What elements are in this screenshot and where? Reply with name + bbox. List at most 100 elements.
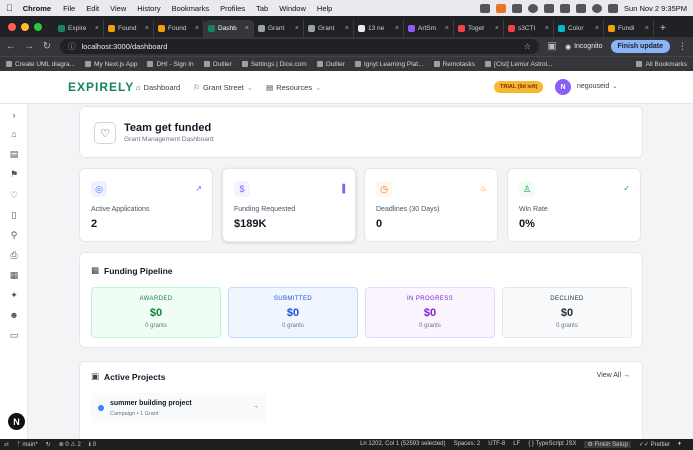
pipeline-stage-in-progress[interactable]: IN PROGRESS $0 0 grants	[365, 287, 495, 338]
menu-edit[interactable]: Edit	[86, 4, 99, 13]
nav-dashboard[interactable]: ⌂ Dashboard	[136, 83, 180, 92]
browser-tab[interactable]: s3CTI ×	[504, 20, 554, 37]
pipeline-stage-awarded[interactable]: AWARDED $0 0 grants	[91, 287, 221, 338]
close-tab-icon[interactable]: ×	[395, 25, 399, 32]
pipeline-stage-submitted[interactable]: SUBMITTED $0 0 grants	[228, 287, 358, 338]
chevron-right-icon[interactable]: ›	[9, 110, 19, 120]
bank-icon[interactable]: ⚑	[9, 169, 19, 179]
close-tab-icon[interactable]: ×	[295, 25, 299, 32]
more-menu-icon[interactable]: ⋮	[678, 41, 687, 52]
heart-icon[interactable]: ♡	[9, 190, 19, 200]
cast-icon[interactable]: ▣	[547, 41, 557, 52]
close-tab-icon[interactable]: ×	[145, 25, 149, 32]
browser-tab[interactable]: 13 ne ×	[354, 20, 404, 37]
nav-resources[interactable]: ▤ Resources ⌄	[266, 83, 321, 92]
status-app-icon[interactable]	[544, 3, 555, 13]
battery-icon[interactable]	[560, 3, 571, 13]
menu-tab[interactable]: Tab	[256, 4, 268, 13]
menu-profiles[interactable]: Profiles	[220, 4, 245, 13]
close-tab-icon[interactable]: ×	[195, 25, 199, 32]
menu-window[interactable]: Window	[279, 4, 306, 13]
project-item[interactable]: summer building project Campaign • 1 Gra…	[91, 393, 267, 423]
browser-tab[interactable]: Expire ×	[54, 20, 104, 37]
pipeline-stage-declined[interactable]: DECLINED $0 0 grants	[502, 287, 632, 338]
all-bookmarks-button[interactable]: All Bookmarks	[636, 61, 687, 68]
home-icon[interactable]: ⌂	[9, 129, 19, 139]
line-ending[interactable]: LF	[513, 441, 520, 448]
chevron-down-icon[interactable]: ⌄	[612, 82, 618, 90]
remote-icon[interactable]: ⇄	[4, 441, 9, 448]
users-icon[interactable]: ☻	[9, 310, 19, 320]
bookmark-item[interactable]: [Clst] Lemur Astrol...	[485, 61, 553, 68]
browser-tab[interactable]: Color ×	[554, 20, 604, 37]
indentation[interactable]: Spaces: 2	[454, 441, 481, 448]
bookmark-item[interactable]: Ignyt Learning Plat...	[354, 61, 424, 68]
encoding[interactable]: UTF-8	[488, 441, 505, 448]
close-tab-icon[interactable]: ×	[95, 25, 99, 32]
nav-grant-street[interactable]: ⚐ Grant Street ⌄	[193, 83, 253, 92]
warnings-indicator[interactable]: ℹ 0	[89, 441, 96, 448]
reload-icon[interactable]: ↻	[42, 41, 52, 52]
browser-tab[interactable]: Grant ×	[304, 20, 354, 37]
search-icon[interactable]: ⚲	[9, 230, 19, 240]
clock[interactable]: Sun Nov 2 9:35PM	[624, 4, 687, 13]
view-all-link[interactable]: View All →	[597, 372, 630, 379]
menu-bookmarks[interactable]: Bookmarks	[172, 4, 210, 13]
apple-icon[interactable]: 	[6, 3, 13, 13]
app-menu-name[interactable]: Chrome	[23, 4, 51, 13]
prettier-status[interactable]: ✓✓ Prettier	[639, 441, 670, 448]
avatar[interactable]: N	[555, 79, 571, 95]
close-tab-icon[interactable]: ×	[245, 25, 249, 32]
nextjs-dev-badge[interactable]: N	[8, 413, 25, 430]
address-bar[interactable]: ⓘ localhost:3000/dashboard ☆	[60, 39, 539, 54]
control-center-icon[interactable]	[608, 3, 619, 13]
wifi-icon[interactable]	[576, 3, 587, 13]
bookmark-item[interactable]: Outlier	[316, 61, 345, 68]
browser-tab[interactable]: Dashb ×	[204, 20, 254, 37]
browser-tab[interactable]: ArtSm ×	[404, 20, 454, 37]
maximize-window-button[interactable]	[34, 23, 42, 31]
menu-history[interactable]: History	[137, 4, 160, 13]
bell-icon[interactable]: ♦	[678, 441, 681, 448]
stat-card[interactable]: $ ▐ Funding Requested $189K	[222, 168, 356, 242]
close-tab-icon[interactable]: ×	[595, 25, 599, 32]
incognito-indicator[interactable]: ◉ Incognito	[565, 43, 603, 51]
search-icon[interactable]	[592, 3, 603, 13]
menu-view[interactable]: View	[110, 4, 126, 13]
close-tab-icon[interactable]: ×	[545, 25, 549, 32]
browser-tab[interactable]: Toget ×	[454, 20, 504, 37]
git-branch[interactable]: ᛉ main*	[17, 442, 38, 448]
finish-update-button[interactable]: Finish update	[610, 40, 670, 53]
finish-setup-button[interactable]: ⚙ Finish Setup	[584, 441, 631, 448]
minimize-window-button[interactable]	[21, 23, 29, 31]
status-app-icon[interactable]	[480, 3, 491, 13]
status-app-icon[interactable]	[512, 3, 523, 13]
bookmark-item[interactable]: DHI - Sign In	[147, 61, 194, 68]
cursor-position[interactable]: Ln 1202, Col 1 (52593 selected)	[360, 441, 445, 448]
stat-card[interactable]: ◷ ♨ Deadlines (30 Days) 0	[364, 168, 498, 242]
browser-tab[interactable]: Found ×	[104, 20, 154, 37]
forward-icon[interactable]: →	[24, 41, 34, 52]
browser-tab[interactable]: Fundi ×	[604, 20, 654, 37]
play-icon[interactable]	[528, 3, 539, 13]
app-logo[interactable]: EXPIRELY	[68, 80, 134, 94]
stat-card[interactable]: ♙ ✓ Win Rate 0%	[507, 168, 641, 242]
calendar-icon[interactable]: ▦	[9, 270, 19, 280]
book-open-icon[interactable]: ▤	[9, 149, 19, 159]
back-icon[interactable]: ←	[6, 41, 16, 52]
url-text[interactable]: localhost:3000/dashboard	[82, 42, 168, 51]
close-tab-icon[interactable]: ×	[345, 25, 349, 32]
trial-badge[interactable]: TRIAL (9d left)	[494, 81, 544, 93]
bookmark-icon[interactable]: ⎙	[9, 250, 19, 260]
stat-card[interactable]: ◎ ↗ Active Applications 2	[79, 168, 213, 242]
sync-icon[interactable]: ↻	[46, 441, 51, 448]
close-tab-icon[interactable]: ×	[645, 25, 649, 32]
menu-file[interactable]: File	[63, 4, 75, 13]
close-tab-icon[interactable]: ×	[495, 25, 499, 32]
new-tab-button[interactable]: +	[654, 20, 672, 37]
browser-tab[interactable]: Found ×	[154, 20, 204, 37]
language-mode[interactable]: { } TypeScript JSX	[528, 441, 576, 448]
browser-tab[interactable]: Grant ×	[254, 20, 304, 37]
bookmark-item[interactable]: Remotasks	[433, 61, 475, 68]
menu-help[interactable]: Help	[317, 4, 332, 13]
